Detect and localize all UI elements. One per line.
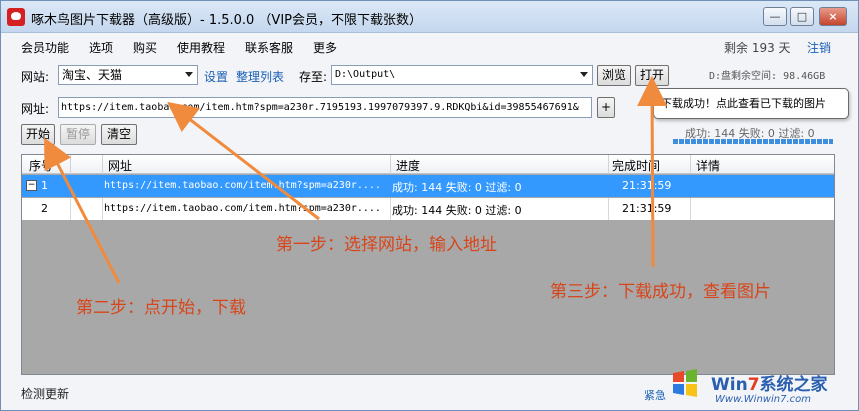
step2-annotation: 第二步：点开始，下载 bbox=[76, 298, 246, 318]
site-watermark: 紧急 Win7系统之家 Www.Winwin7.com bbox=[641, 363, 859, 411]
windows-logo-icon bbox=[673, 369, 697, 397]
annotation-arrows bbox=[44, 76, 668, 284]
arrow-step3 bbox=[637, 76, 668, 268]
app-window: 啄木鸟图片下载器（高级版）- 1.5.0.0 （VIP会员，不限下载张数） — … bbox=[0, 0, 859, 411]
watermark-brand: Win7系统之家 bbox=[711, 375, 828, 395]
arrow-step2 bbox=[44, 137, 121, 284]
step3-annotation: 第三步：下载成功，查看图片 bbox=[550, 282, 771, 302]
arrow-step1 bbox=[167, 101, 320, 221]
step1-annotation: 第一步：选择网站，输入地址 bbox=[276, 235, 497, 255]
watermark-url: Www.Winwin7.com bbox=[715, 394, 811, 405]
partial-link: 紧急 bbox=[644, 389, 666, 402]
